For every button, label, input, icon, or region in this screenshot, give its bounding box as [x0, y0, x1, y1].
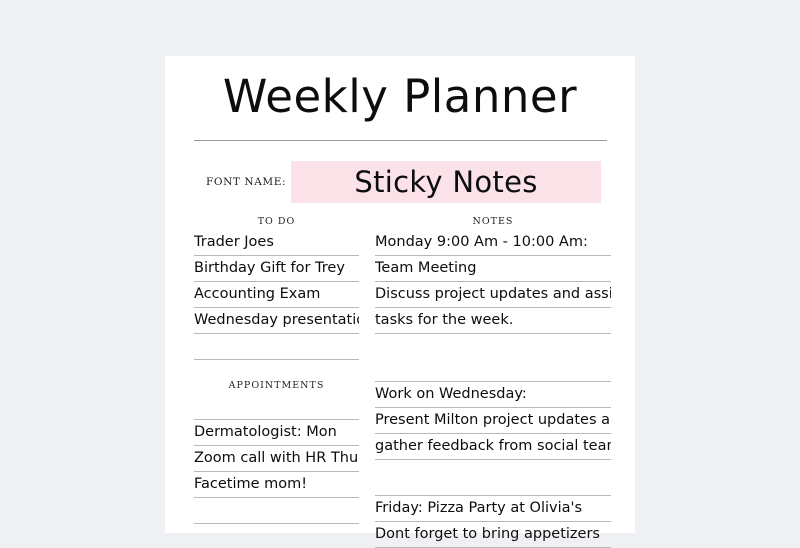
note-line[interactable]: Present Milton project updates and: [375, 408, 611, 434]
appointment-item-empty[interactable]: [194, 498, 359, 524]
planner-page: Weekly Planner FONT NAME: Sticky Notes T…: [165, 56, 635, 548]
todo-item[interactable]: Birthday Gift for Trey: [194, 256, 359, 282]
note-line[interactable]: tasks for the week.: [375, 308, 611, 334]
appointment-item[interactable]: Dermatologist: Mon: [194, 420, 359, 446]
todo-item[interactable]: Wednesday presentation: [194, 308, 359, 334]
notes-block-one: Monday 9:00 Am - 10:00 Am: Team Meeting …: [375, 230, 611, 334]
font-name-row: FONT NAME: Sticky Notes: [194, 161, 607, 203]
todo-section: TO DO Trader Joes Birthday Gift for Trey…: [194, 214, 359, 360]
todo-item[interactable]: Trader Joes: [194, 230, 359, 256]
title-divider: [194, 140, 607, 141]
note-line[interactable]: Work on Wednesday:: [375, 382, 611, 408]
notes-heading: NOTES: [472, 216, 514, 227]
note-line[interactable]: Team Meeting: [375, 256, 611, 282]
note-line[interactable]: Friday: Pizza Party at Olivia's: [375, 496, 611, 522]
appointment-item[interactable]: Zoom call with HR Thu.: [194, 446, 359, 472]
notes-rule-top: [375, 470, 611, 496]
appointments-list: Dermatologist: Mon Zoom call with HR Thu…: [194, 394, 359, 524]
appointments-heading: APPOINTMENTS: [228, 380, 325, 391]
font-name-value: Sticky Notes: [354, 165, 538, 199]
page-title: Weekly Planner: [222, 70, 578, 123]
todo-heading: TO DO: [257, 216, 296, 227]
note-line[interactable]: Dont forget to bring appetizers: [375, 522, 611, 548]
appointment-item[interactable]: Facetime mom!: [194, 472, 359, 498]
note-line[interactable]: Monday 9:00 Am - 10:00 Am:: [375, 230, 611, 256]
notes-rule-top: [375, 356, 611, 382]
appointments-rule-top: [194, 394, 359, 420]
font-name-label: FONT NAME:: [206, 176, 287, 188]
notes-spacer: [375, 460, 611, 470]
left-column: TO DO Trader Joes Birthday Gift for Trey…: [194, 214, 359, 524]
font-name-highlight: Sticky Notes: [291, 161, 601, 203]
right-column: NOTES Monday 9:00 Am - 10:00 Am: Team Me…: [375, 214, 611, 548]
todo-list: Trader Joes Birthday Gift for Trey Accou…: [194, 230, 359, 360]
appointments-section: APPOINTMENTS Dermatologist: Mon Zoom cal…: [194, 378, 359, 524]
notes-spacer: [375, 334, 611, 356]
column-spacer: [194, 360, 359, 378]
note-line[interactable]: Discuss project updates and assign: [375, 282, 611, 308]
notes-block-three: Friday: Pizza Party at Olivia's Dont for…: [375, 470, 611, 548]
todo-item-empty[interactable]: [194, 334, 359, 360]
todo-item[interactable]: Accounting Exam: [194, 282, 359, 308]
notes-block-two: Work on Wednesday: Present Milton projec…: [375, 356, 611, 460]
note-line[interactable]: gather feedback from social team.: [375, 434, 611, 460]
